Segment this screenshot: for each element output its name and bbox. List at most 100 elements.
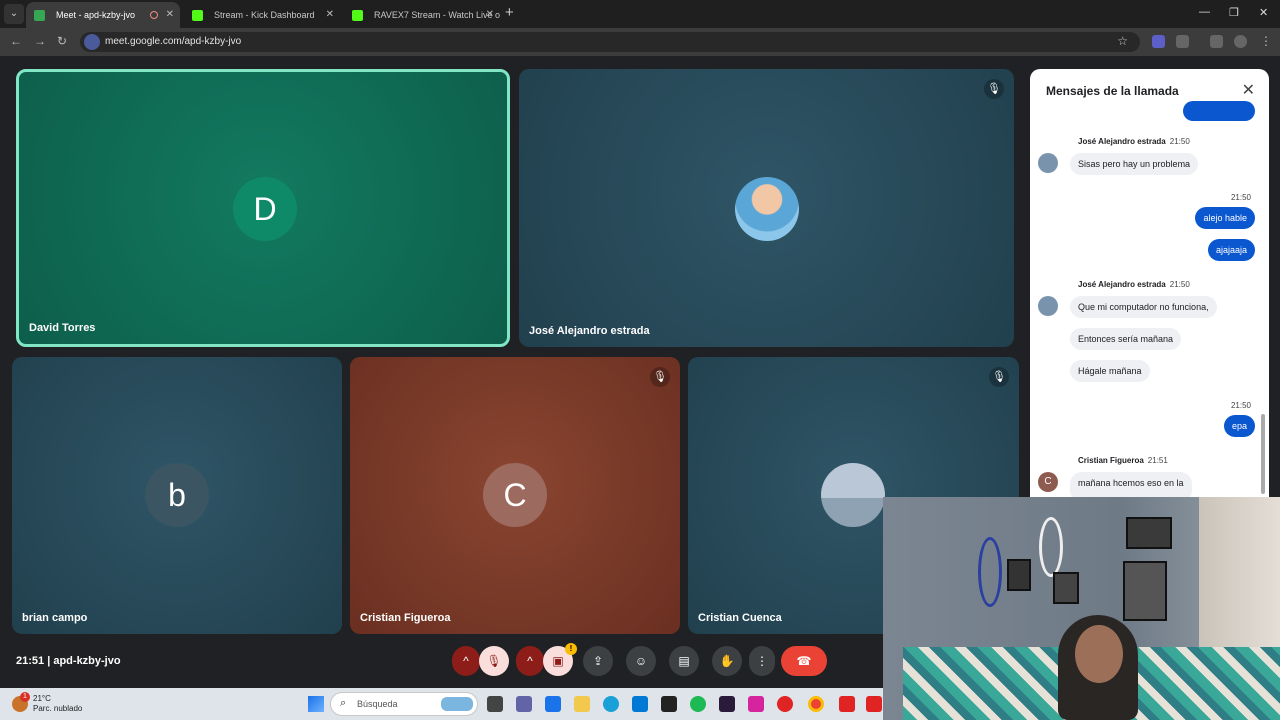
back-icon[interactable]: ← <box>10 34 22 48</box>
chat-message: Que mi computador no funciona, <box>1070 296 1217 318</box>
url-text: meet.google.com/apd-kzby-jvo <box>105 36 242 47</box>
participant-name: brian campo <box>22 612 88 624</box>
tennis-racket-image <box>978 537 1002 607</box>
present-screen-button[interactable]: ⇪ <box>583 646 613 676</box>
warning-badge: ! <box>565 643 577 655</box>
instagram-icon[interactable] <box>748 696 764 712</box>
task-view-icon[interactable] <box>487 696 503 712</box>
leave-call-button[interactable]: ☎ <box>781 646 827 676</box>
weather-condition: Parc. nublado <box>33 704 83 713</box>
extension-icon[interactable] <box>1152 35 1165 48</box>
taskbar-search-input[interactable]: ⌕ Búsqueda <box>330 692 478 716</box>
participant-tile-david[interactable]: D David Torres <box>16 69 510 347</box>
weather-widget[interactable]: 21°C Parc. nublado <box>33 694 82 714</box>
emoji-reaction-button[interactable]: ☺ <box>626 646 656 676</box>
microphone-off-button[interactable]: 🎙 <box>479 646 509 676</box>
profile-icon[interactable] <box>1234 35 1247 48</box>
site-info-icon[interactable] <box>84 34 100 50</box>
chat-time: 21:50 <box>1230 193 1251 202</box>
picture-frame-image <box>1007 559 1031 591</box>
minimize-icon[interactable]: — <box>1199 6 1210 18</box>
teams-icon[interactable] <box>516 696 532 712</box>
avatar <box>1038 296 1058 316</box>
chrome-menu-icon[interactable]: ⋮ <box>1260 34 1272 48</box>
file-explorer-icon[interactable] <box>574 696 590 712</box>
tennis-racket-image <box>1039 517 1063 577</box>
chrome-icon[interactable] <box>808 696 824 712</box>
url-field[interactable]: meet.google.com/apd-kzby-jvo ☆ <box>80 32 1140 52</box>
avatar: C <box>1038 472 1058 492</box>
outlook-icon[interactable] <box>632 696 648 712</box>
avatar-photo <box>735 177 799 241</box>
kick-favicon-icon <box>192 10 203 21</box>
chat-message: alejo hable <box>1195 207 1255 229</box>
chat-panel: Mensajes de la llamada ✕ José Alejandro … <box>1030 69 1269 497</box>
tab-kick-dashboard[interactable]: Stream - Kick Dashboard ✕ <box>184 2 340 28</box>
maximize-icon[interactable]: ❐ <box>1229 6 1239 19</box>
video-options-chevron-icon[interactable]: ^ <box>516 646 544 676</box>
chat-sender: José Alejandro estrada 21:50 <box>1078 137 1190 146</box>
chat-message: mañana hcemos eso en la <box>1070 472 1192 497</box>
app-icon[interactable] <box>777 696 793 712</box>
chat-title: Mensajes de la llamada <box>1046 84 1179 98</box>
close-tab-icon[interactable]: ✕ <box>486 2 494 28</box>
participant-name: José Alejandro estrada <box>529 325 650 337</box>
reload-icon[interactable]: ↻ <box>57 34 67 48</box>
forward-icon[interactable]: → <box>34 34 46 48</box>
participant-tile-brian[interactable]: b brian campo <box>12 357 342 634</box>
picture-frame-image <box>1053 572 1079 604</box>
chat-sender: Cristian Figueroa 21:51 <box>1078 456 1168 465</box>
reading-list-icon[interactable] <box>1210 35 1223 48</box>
close-tab-icon[interactable]: ✕ <box>326 2 334 28</box>
close-chat-icon[interactable]: ✕ <box>1242 80 1255 100</box>
new-tab-icon[interactable]: + <box>505 4 514 21</box>
chat-message: epa <box>1223 415 1255 437</box>
chat-message: Hágale mañana <box>1070 360 1150 382</box>
temperature: 21°C <box>33 694 51 703</box>
browser-tab-bar: ⌄ Meet - apd-kzby-jvo ✕ Stream - Kick Da… <box>0 0 1280 28</box>
participant-tile-cristian-figueroa[interactable]: C 🎙 Cristian Figueroa <box>350 357 680 634</box>
participant-tile-jose[interactable]: 🎙 José Alejandro estrada <box>519 69 1014 347</box>
muted-mic-icon: 🎙 <box>989 367 1009 387</box>
person-face-image <box>1075 625 1123 683</box>
meeting-info: 21:51 | apd-kzby-jvo <box>16 655 121 667</box>
tab-ravex7-stream[interactable]: RAVEX7 Stream - Watch Live on ✕ <box>344 2 500 28</box>
avatar-photo <box>821 463 885 527</box>
chat-message: Entonces sería mañana <box>1070 328 1182 350</box>
meet-favicon-icon <box>34 10 45 21</box>
spotify-icon[interactable] <box>690 696 706 712</box>
avatar <box>1038 153 1058 173</box>
search-icon: ⌕ <box>340 697 347 709</box>
chat-sender: José Alejandro estrada 21:50 <box>1078 280 1190 289</box>
close-window-icon[interactable]: ✕ <box>1259 6 1268 19</box>
bookmark-star-icon[interactable]: ☆ <box>1117 34 1128 48</box>
chat-message: Sisas pero hay un problema <box>1070 153 1199 175</box>
avatar: D <box>233 177 297 241</box>
app-icon[interactable] <box>719 696 735 712</box>
app-icon[interactable] <box>839 696 855 712</box>
edge-icon[interactable] <box>603 696 619 712</box>
raise-hand-button[interactable]: ✋ <box>712 646 742 676</box>
picture-frame-image <box>1126 517 1172 549</box>
epic-games-icon[interactable] <box>661 696 677 712</box>
captions-button[interactable]: ▤ <box>669 646 699 676</box>
chat-time: 21:50 <box>1230 401 1251 410</box>
tab-search-icon[interactable]: ⌄ <box>4 4 24 24</box>
search-highlight-image <box>441 697 473 711</box>
chat-bubble-partial <box>1183 101 1255 121</box>
app-icon[interactable] <box>866 696 882 712</box>
search-placeholder: Búsqueda <box>357 699 398 709</box>
audio-options-chevron-icon[interactable]: ^ <box>452 646 480 676</box>
chat-scrollbar[interactable] <box>1261 414 1265 494</box>
muted-mic-icon: 🎙 <box>650 367 670 387</box>
meeting-code: apd-kzby-jvo <box>53 655 121 667</box>
extensions-puzzle-icon[interactable] <box>1176 35 1189 48</box>
tab-meet[interactable]: Meet - apd-kzby-jvo ✕ <box>26 2 180 28</box>
more-options-button[interactable]: ⋮ <box>749 646 775 676</box>
close-tab-icon[interactable]: ✕ <box>166 2 174 28</box>
store-icon[interactable] <box>545 696 561 712</box>
tab-label: RAVEX7 Stream - Watch Live on <box>374 10 500 20</box>
notification-badge: 1 <box>20 692 30 702</box>
tab-label: Meet - apd-kzby-jvo <box>56 10 136 20</box>
windows-start-icon[interactable] <box>308 696 324 712</box>
